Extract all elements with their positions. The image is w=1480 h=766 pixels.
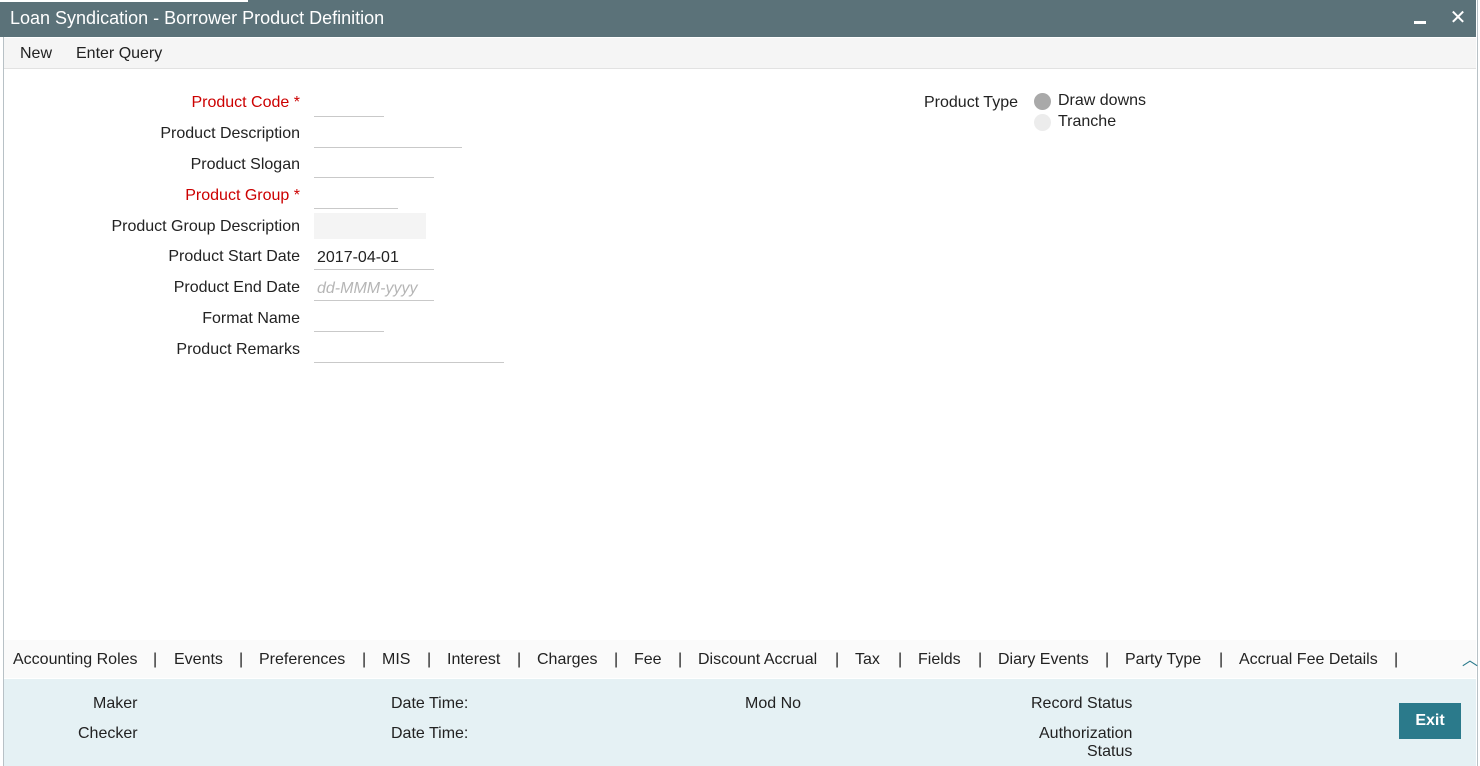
- draw-downs-label[interactable]: Draw downs: [1058, 92, 1146, 110]
- product-end-date-input[interactable]: [314, 278, 434, 301]
- tab-separator: |: [239, 651, 244, 668]
- product-start-date-label: Product Start Date: [168, 248, 300, 265]
- tab-fee[interactable]: Fee: [634, 651, 662, 669]
- tab-mis[interactable]: MIS: [382, 651, 410, 669]
- product-slogan-label: Product Slogan: [190, 156, 300, 173]
- product-slogan-input[interactable]: [314, 155, 434, 178]
- menu-new[interactable]: New: [20, 45, 52, 63]
- tab-events[interactable]: Events: [174, 651, 223, 669]
- close-icon[interactable]: ✕: [1446, 6, 1470, 30]
- tab-interest[interactable]: Interest: [447, 651, 500, 669]
- product-description-label: Product Description: [160, 125, 300, 142]
- tab-fields[interactable]: Fields: [918, 651, 961, 669]
- product-start-date-input[interactable]: [314, 247, 434, 270]
- tab-separator: |: [1394, 651, 1399, 668]
- product-code-label: Product Code *: [191, 94, 300, 111]
- checker-label: Checker: [78, 725, 138, 742]
- tab-separator: |: [1105, 651, 1110, 668]
- sub-screen-tabs: Accounting Roles | Events | Preferences …: [4, 640, 1478, 678]
- tab-separator: |: [978, 651, 983, 668]
- checker-date-time-label: Date Time:: [391, 725, 469, 742]
- record-status-label: Record Status: [1031, 695, 1133, 712]
- authorization-status-label-line2: Status: [1087, 743, 1133, 760]
- exit-button[interactable]: Exit: [1399, 703, 1461, 739]
- format-name-label: Format Name: [202, 310, 300, 327]
- tab-charges[interactable]: Charges: [537, 651, 597, 669]
- tab-party-type[interactable]: Party Type: [1125, 651, 1201, 669]
- tab-separator: |: [427, 651, 432, 668]
- product-end-date-label: Product End Date: [173, 279, 300, 296]
- required-marker: *: [293, 94, 300, 111]
- product-remarks-input[interactable]: [314, 340, 504, 363]
- tab-discount-accrual[interactable]: Discount Accrual: [698, 651, 817, 669]
- product-group-description-field: [314, 213, 426, 239]
- chevron-up-icon[interactable]: ︿: [1462, 646, 1478, 670]
- minimize-icon[interactable]: [1408, 6, 1432, 30]
- product-type-label: Product Type: [924, 94, 1018, 111]
- tab-preferences[interactable]: Preferences: [259, 651, 345, 669]
- tab-separator: |: [614, 651, 619, 668]
- tab-accounting-roles[interactable]: Accounting Roles: [13, 651, 138, 669]
- tab-separator: |: [678, 651, 683, 668]
- tab-separator: |: [835, 651, 840, 668]
- required-marker: *: [293, 187, 300, 204]
- tranche-radio[interactable]: [1034, 114, 1051, 131]
- tab-separator: |: [517, 651, 522, 668]
- maker-date-time-label: Date Time:: [391, 695, 469, 712]
- tranche-label[interactable]: Tranche: [1058, 113, 1116, 131]
- mod-no-label: Mod No: [745, 695, 802, 712]
- tab-separator: |: [362, 651, 367, 668]
- product-group-description-label: Product Group Description: [111, 218, 300, 235]
- authorization-status-label-line1: Authorization: [1039, 725, 1133, 742]
- tab-diary-events[interactable]: Diary Events: [998, 651, 1089, 669]
- product-remarks-label: Product Remarks: [176, 341, 300, 358]
- maker-label: Maker: [93, 695, 138, 712]
- tab-separator: |: [898, 651, 903, 668]
- product-code-input[interactable]: [314, 94, 384, 117]
- format-name-input[interactable]: [314, 309, 384, 332]
- menu-enter-query[interactable]: Enter Query: [76, 45, 162, 63]
- tab-accrual-fee-details[interactable]: Accrual Fee Details: [1239, 651, 1378, 669]
- audit-footer: Maker Checker Date Time: Date Time: Mod …: [4, 679, 1476, 766]
- tab-tax[interactable]: Tax: [855, 651, 880, 669]
- product-group-input[interactable]: [314, 186, 398, 209]
- title-accent-line: [0, 0, 248, 2]
- product-description-input[interactable]: [314, 125, 462, 148]
- menu-bar: New Enter Query: [4, 38, 1476, 69]
- draw-downs-radio[interactable]: [1034, 93, 1051, 110]
- product-group-label: Product Group *: [185, 187, 300, 204]
- title-bar: Loan Syndication - Borrower Product Defi…: [0, 0, 1476, 37]
- tab-separator: |: [1219, 651, 1224, 668]
- window-title: Loan Syndication - Borrower Product Defi…: [10, 8, 385, 28]
- tab-separator: |: [153, 651, 158, 668]
